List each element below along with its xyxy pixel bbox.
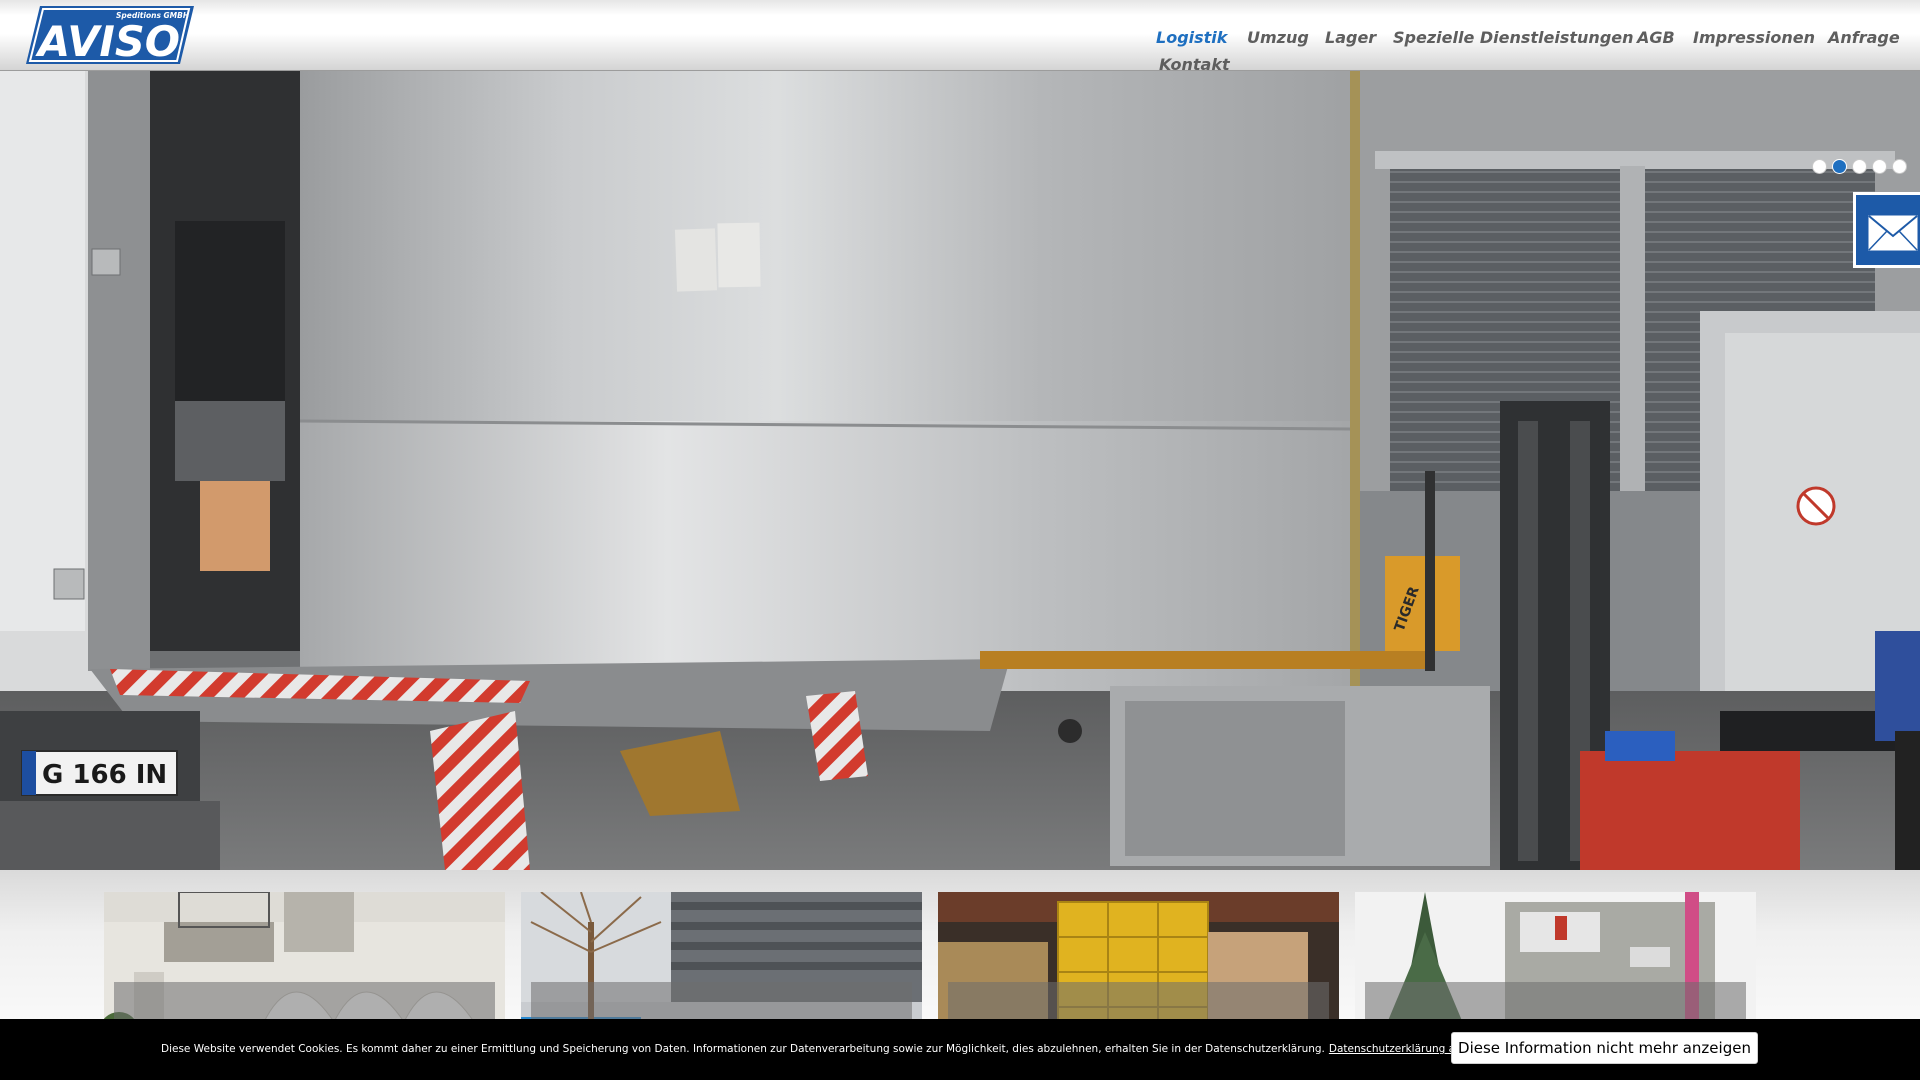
cookie-text: Diese Website verwendet Cookies. Es komm… bbox=[161, 1043, 1325, 1055]
nav-item-umzug[interactable]: Umzug bbox=[1247, 28, 1309, 47]
hero-slider: G 166 IN TIGER bbox=[0, 71, 1920, 870]
hero-image: G 166 IN TIGER bbox=[0, 71, 1920, 870]
cookie-banner: Diese Website verwendet Cookies. Es komm… bbox=[0, 1019, 1920, 1080]
nav-item-spezielle-dienstleistungen[interactable]: Spezielle Dienstleistungen bbox=[1393, 28, 1634, 47]
nav-item-kontakt[interactable]: Kontakt bbox=[1159, 55, 1230, 74]
dismiss-cookie-button[interactable]: Diese Information nicht mehr anzeigen bbox=[1451, 1032, 1758, 1064]
slider-dot-1[interactable] bbox=[1812, 159, 1827, 174]
nav-item-agb[interactable]: AGB bbox=[1637, 28, 1675, 47]
aviso-logo[interactable]: Speditions GMBH AVISO bbox=[26, 4, 194, 66]
slider-dot-5[interactable] bbox=[1892, 159, 1907, 174]
nav-item-anfrage[interactable]: Anfrage bbox=[1828, 28, 1900, 47]
nav-item-logistik[interactable]: Logistik bbox=[1156, 28, 1227, 47]
cookie-notice: Diese Website verwendet Cookies. Es komm… bbox=[161, 1043, 1496, 1055]
contact-mail-tab[interactable] bbox=[1853, 192, 1920, 268]
license-plate: G 166 IN bbox=[42, 760, 167, 790]
logo-text: AVISO bbox=[35, 17, 180, 66]
nav-item-impressionen[interactable]: Impressionen bbox=[1693, 28, 1815, 47]
main-navigation: Logistik Umzug Lager Spezielle Dienstlei… bbox=[1140, 24, 1900, 84]
nav-item-lager[interactable]: Lager bbox=[1325, 28, 1376, 47]
slider-dot-2[interactable] bbox=[1832, 159, 1847, 174]
site-header: Speditions GMBH AVISO Logistik Umzug Lag… bbox=[0, 0, 1920, 74]
mail-icon bbox=[1868, 215, 1918, 251]
slider-dot-4[interactable] bbox=[1872, 159, 1887, 174]
slider-dot-3[interactable] bbox=[1852, 159, 1867, 174]
